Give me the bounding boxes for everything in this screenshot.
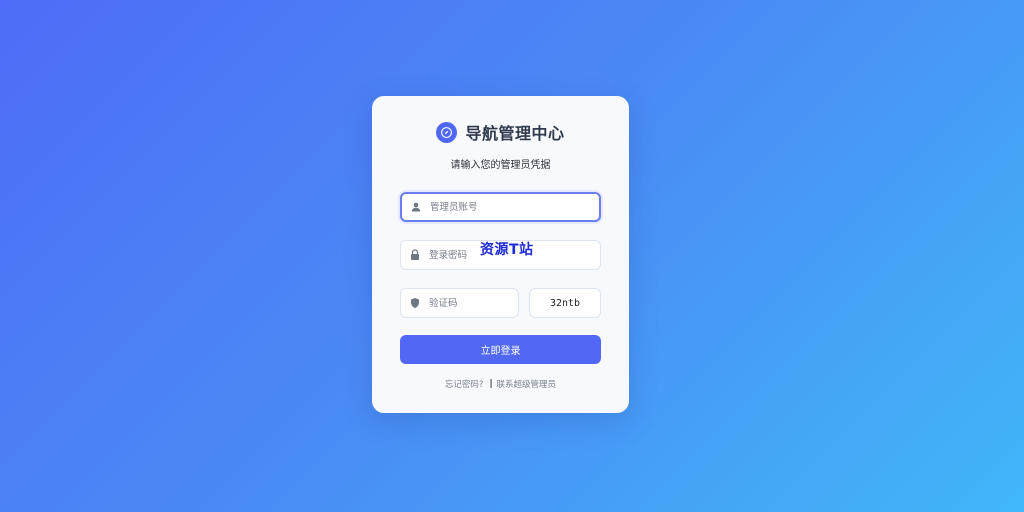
shield-icon xyxy=(401,289,429,317)
login-button[interactable]: 立即登录 xyxy=(400,335,601,364)
captcha-field[interactable] xyxy=(400,288,519,318)
password-input[interactable] xyxy=(429,249,589,261)
link-separator: | xyxy=(489,379,493,389)
captcha-input[interactable] xyxy=(429,297,509,309)
user-icon xyxy=(402,194,430,220)
forgot-password-link[interactable]: 忘记密码? xyxy=(445,378,484,390)
page-title: 导航管理中心 xyxy=(465,124,565,143)
username-input[interactable] xyxy=(430,201,590,213)
password-field[interactable] xyxy=(400,240,601,270)
footer-links: 忘记密码? | 联系超级管理员 xyxy=(372,378,629,390)
compass-icon xyxy=(436,121,458,143)
page-subtitle: 请输入您的管理员凭据 xyxy=(450,160,551,171)
username-field[interactable] xyxy=(400,192,601,222)
contact-admin-link[interactable]: 联系超级管理员 xyxy=(497,378,557,390)
lock-icon xyxy=(401,241,429,269)
captcha-image[interactable]: 32ntb xyxy=(529,288,601,318)
login-card: 导航管理中心 请输入您的管理员凭据 资源T站 32ntb 立即登 xyxy=(372,96,629,413)
brand-header: 导航管理中心 xyxy=(372,120,629,144)
